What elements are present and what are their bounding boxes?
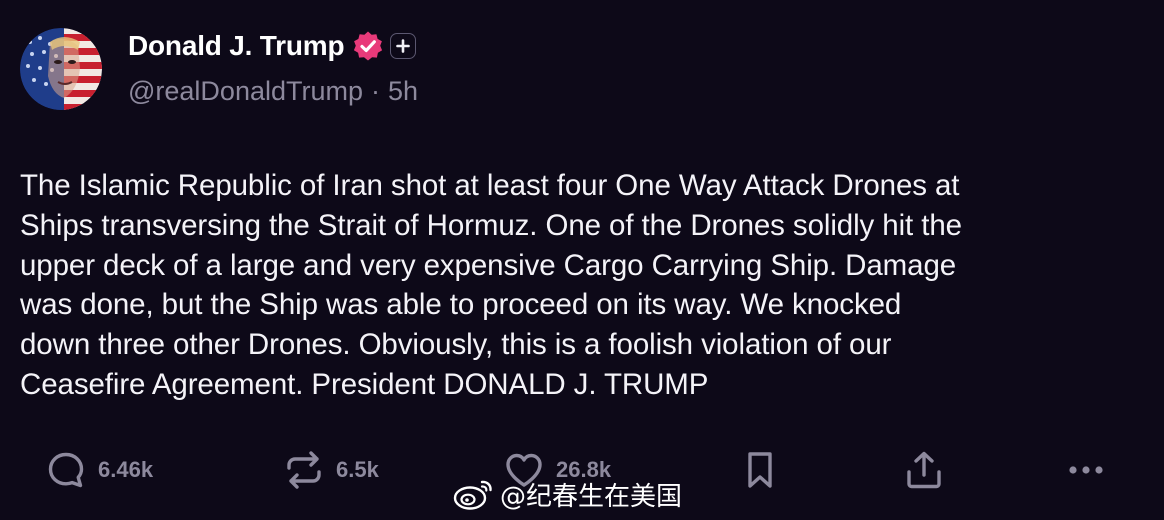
author-handle-row: @realDonaldTrump · 5h: [128, 76, 418, 107]
post-body-line: was done, but the Ship was able to proce…: [20, 288, 902, 322]
post-body-line: down three other Drones. Obviously, this…: [20, 328, 892, 362]
meta-separator: ·: [371, 76, 380, 106]
author-handle[interactable]: @realDonaldTrump: [128, 76, 363, 107]
author-avatar[interactable]: [20, 28, 102, 110]
weibo-logo-icon: [453, 480, 492, 510]
post-body: The Islamic Republic of Iran shot at lea…: [20, 166, 1140, 405]
post-body-line: Ceasefire Agreement. President DONALD J.…: [20, 367, 709, 401]
flag-portrait-avatar-icon: [20, 28, 102, 110]
bookmark-button[interactable]: [740, 450, 780, 490]
more-options-button[interactable]: [1066, 450, 1106, 490]
plus-badge-icon: [390, 33, 417, 59]
repost-arrows-icon: [287, 451, 321, 489]
reply-button[interactable]: 6.46k: [46, 450, 153, 490]
post-timestamp[interactable]: 5h: [388, 76, 418, 107]
author-name-row: Donald J. Trump: [128, 28, 417, 64]
reply-count: 6.46k: [98, 457, 154, 482]
reply-bubble-icon: [48, 452, 84, 488]
post-body-line: The Islamic Republic of Iran shot at lea…: [20, 169, 960, 202]
verified-badge-icon: [352, 30, 384, 62]
weibo-watermark: @纪春生在美国: [452, 474, 682, 514]
share-button[interactable]: [904, 450, 944, 490]
share-upload-icon: [907, 451, 941, 489]
post-body-line: Ships transversing the Strait of Hormuz.…: [20, 208, 962, 242]
repost-count: 6.5k: [336, 457, 379, 482]
bookmark-icon: [748, 452, 772, 488]
post-body-line: upper deck of a large and very expensive…: [20, 248, 957, 282]
post-card: Donald J. Trump @realDonaldTrump · 5h Th…: [0, 0, 1164, 520]
author-display-name[interactable]: Donald J. Trump: [128, 30, 345, 62]
repost-button[interactable]: 6.5k: [284, 450, 379, 490]
more-dots-icon: [1069, 466, 1103, 474]
watermark-text: @纪春生在美国: [500, 481, 683, 512]
